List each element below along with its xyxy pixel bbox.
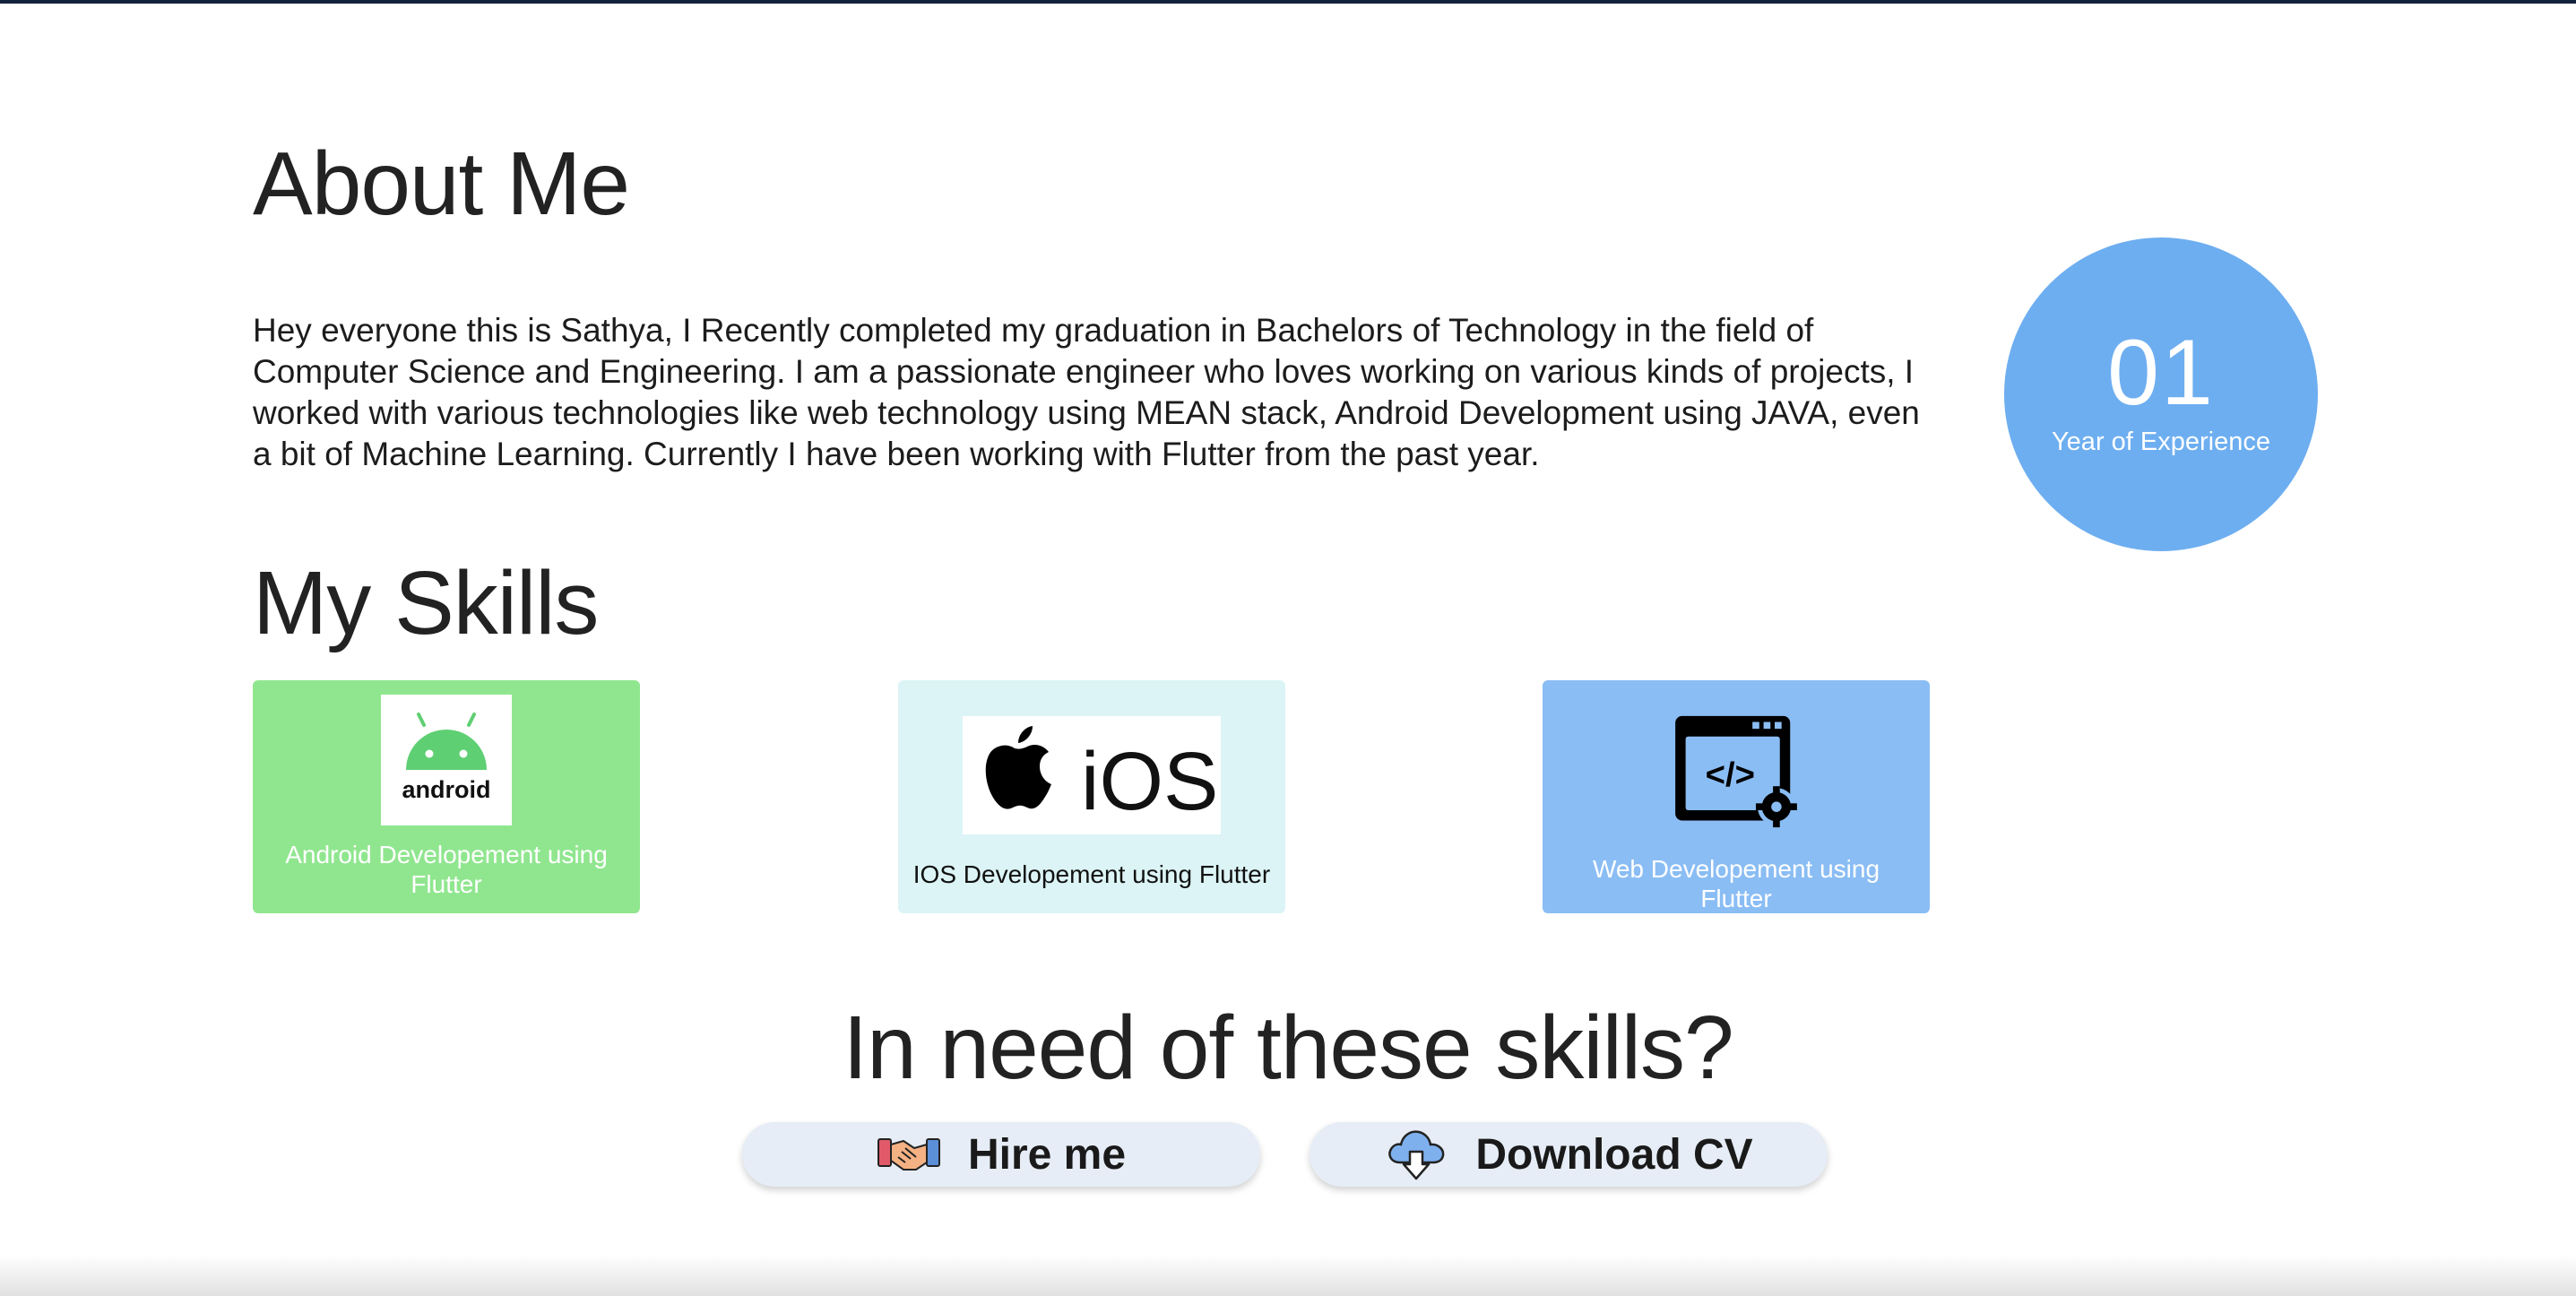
skill-card-android: android Android Developement using Flutt… (253, 680, 640, 913)
svg-text:android: android (402, 776, 491, 803)
web-code-gear-icon: </> (1675, 715, 1797, 828)
handshake-icon (877, 1138, 940, 1171)
hire-me-button[interactable]: Hire me (742, 1122, 1260, 1187)
hire-me-label: Hire me (967, 1130, 1127, 1179)
svg-text:</>: </> (1706, 756, 1755, 794)
svg-text:iOS: iOS (1081, 736, 1218, 827)
cloud-download-icon (1388, 1130, 1445, 1180)
android-logo-icon: android (381, 695, 512, 825)
about-title: About Me (253, 134, 630, 234)
cta-title: In need of these skills? (843, 998, 1733, 1098)
bottom-shadow (0, 1255, 2576, 1296)
skill-card-web: </> Web Developement using Flutter (1543, 680, 1930, 913)
skill-label-ios: IOS Developement using Flutter (912, 860, 1271, 888)
experience-badge: 01 Year of Experience (2004, 238, 2318, 551)
download-cv-button[interactable]: Download CV (1310, 1122, 1828, 1187)
skill-label-android: Android Developement using Flutter (285, 841, 608, 898)
skill-card-ios: iOS IOS Developement using Flutter (898, 680, 1285, 913)
top-border (0, 0, 2576, 4)
download-cv-label: Download CV (1475, 1130, 1753, 1179)
experience-label: Year of Experience (2052, 428, 2270, 456)
apple-ios-logo-icon: iOS (963, 716, 1221, 834)
skills-title: My Skills (253, 553, 599, 653)
experience-number: 01 (2107, 321, 2215, 425)
skill-label-web: Web Developement using Flutter (1592, 855, 1880, 912)
about-description: Hey everyone this is Sathya, I Recently … (253, 312, 1920, 472)
